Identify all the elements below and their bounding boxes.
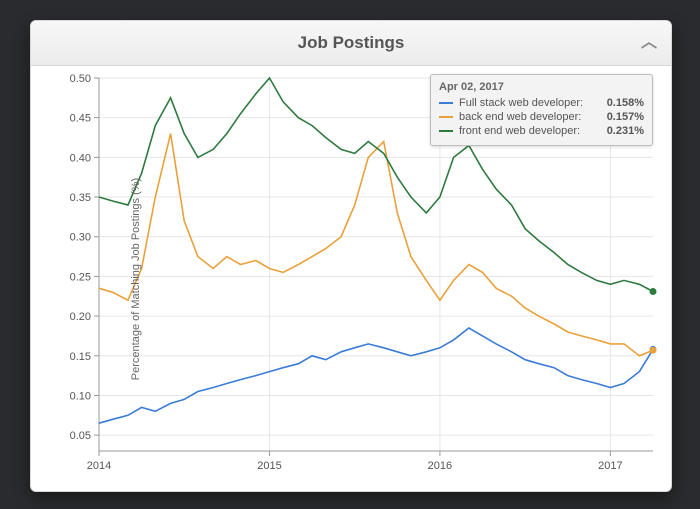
tooltip-series-value: 0.158% bbox=[607, 97, 644, 109]
svg-text:0.10: 0.10 bbox=[70, 390, 91, 402]
svg-text:0.30: 0.30 bbox=[70, 232, 91, 244]
tooltip-series-label: back end web developer: bbox=[459, 111, 581, 123]
svg-text:0.40: 0.40 bbox=[70, 152, 91, 164]
series-end-point bbox=[650, 347, 657, 354]
svg-text:0.05: 0.05 bbox=[70, 430, 91, 442]
chart-area: Percentage of Matching Job Postings (%) … bbox=[31, 66, 671, 491]
tooltip-series-value: 0.231% bbox=[607, 125, 644, 137]
chevron-up-icon[interactable]: ︿ bbox=[641, 21, 657, 65]
chart-tooltip: Apr 02, 2017 Full stack web developer: 0.… bbox=[430, 74, 653, 146]
series-end-point bbox=[650, 288, 657, 295]
series-swatch bbox=[439, 130, 453, 132]
job-postings-panel: Job Postings ︿ Percentage of Matching Jo… bbox=[30, 20, 672, 492]
svg-text:0.15: 0.15 bbox=[70, 351, 91, 363]
svg-text:2014: 2014 bbox=[87, 460, 111, 472]
svg-text:2016: 2016 bbox=[428, 460, 452, 472]
series-line bbox=[99, 328, 653, 423]
svg-text:2017: 2017 bbox=[598, 460, 622, 472]
tooltip-series-value: 0.157% bbox=[607, 111, 644, 123]
svg-text:0.50: 0.50 bbox=[70, 73, 91, 85]
svg-text:0.25: 0.25 bbox=[70, 271, 91, 283]
series-swatch bbox=[439, 116, 453, 118]
tooltip-date: Apr 02, 2017 bbox=[439, 81, 644, 93]
svg-text:0.45: 0.45 bbox=[70, 113, 91, 125]
series-line bbox=[99, 134, 653, 356]
svg-text:2015: 2015 bbox=[257, 460, 281, 472]
panel-header[interactable]: Job Postings ︿ bbox=[31, 21, 671, 66]
tooltip-row: front end web developer: 0.231% bbox=[439, 125, 644, 137]
y-axis-label: Percentage of Matching Job Postings (%) bbox=[130, 177, 142, 379]
tooltip-row: Full stack web developer: 0.158% bbox=[439, 97, 644, 109]
svg-text:0.20: 0.20 bbox=[70, 311, 91, 323]
tooltip-series-label: front end web developer: bbox=[459, 125, 580, 137]
tooltip-series-label: Full stack web developer: bbox=[459, 97, 583, 109]
svg-text:0.35: 0.35 bbox=[70, 192, 91, 204]
panel-title: Job Postings bbox=[298, 33, 405, 52]
series-swatch bbox=[439, 102, 453, 104]
tooltip-row: back end web developer: 0.157% bbox=[439, 111, 644, 123]
